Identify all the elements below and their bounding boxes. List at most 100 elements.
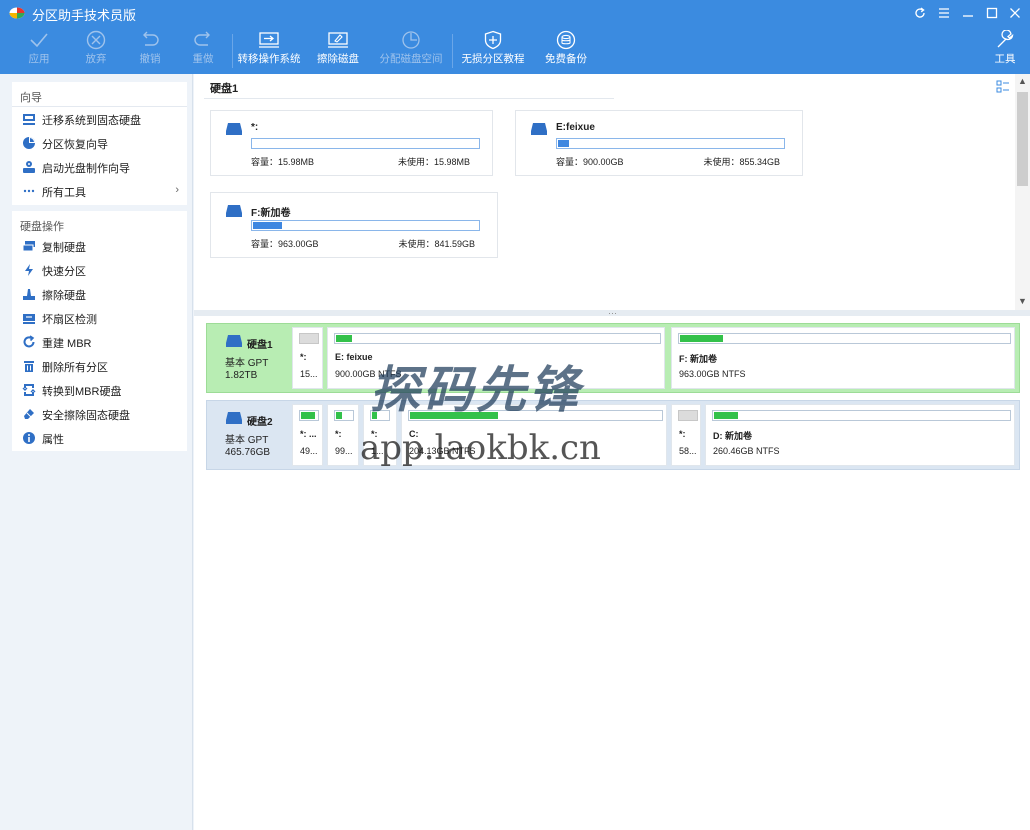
wipe-disk-button[interactable]: 擦除磁盘 xyxy=(314,28,362,74)
minimize-icon[interactable] xyxy=(959,4,977,22)
scroll-thumb[interactable] xyxy=(1017,92,1028,186)
apply-label: 应用 xyxy=(28,53,50,65)
sidebar-item-label: 擦除硬盘 xyxy=(42,290,86,302)
toolbar: 应用 放弃 撤销 重做 转移操作系统 擦除磁盘 分配磁盘空间 无损分区教程 免费… xyxy=(0,28,1030,74)
refresh-icon[interactable] xyxy=(911,4,929,22)
maximize-icon[interactable] xyxy=(983,4,1001,22)
disk-size: 465.76GB xyxy=(225,447,271,458)
menu-icon[interactable] xyxy=(935,4,953,22)
sidebar-item-all-tools[interactable]: 所有工具 › xyxy=(12,180,187,202)
sidebar-item-copy-disk[interactable]: 复制硬盘 xyxy=(12,235,187,257)
partition-card[interactable]: E:feixue 容量：900.00GB 未使用：855.34GB xyxy=(515,110,803,176)
disk-overview: 硬盘1 *: 容量：15.98MB 未使用：15.98MB E:feixue 容… xyxy=(194,74,1030,310)
check-icon xyxy=(30,33,48,48)
free-backup-button[interactable]: 免费备份 xyxy=(543,28,589,74)
partition-name: *: xyxy=(251,122,259,133)
partition-block[interactable]: *: 1... xyxy=(363,404,397,466)
toolbar-separator xyxy=(232,34,233,68)
sidebar-item-label: 分区恢复向导 xyxy=(42,139,108,151)
sidebar-item-label: 属性 xyxy=(42,434,64,446)
undo-button[interactable]: 撤销 xyxy=(132,28,168,74)
disk-info: 硬盘2 基本 GPT 465.76GB xyxy=(207,401,291,469)
lightning-icon xyxy=(25,264,33,276)
wipe-disk-label: 擦除磁盘 xyxy=(317,53,359,65)
partition-info: 1... xyxy=(371,446,384,456)
usage-fill xyxy=(714,412,738,419)
disk-row[interactable]: 硬盘2 基本 GPT 465.76GB *: ... 49... *: 99..… xyxy=(206,400,1020,470)
unused-text: 未使用：15.98MB xyxy=(397,157,470,167)
partition-card[interactable]: F:新加卷 容量：963.00GB 未使用：841.59GB xyxy=(210,192,498,258)
overview-scrollbar[interactable]: ▲ ▼ xyxy=(1015,74,1030,310)
usage-fill xyxy=(680,335,723,342)
partition-block[interactable]: C: 204.13GB NTFS xyxy=(401,404,667,466)
toolbar-separator xyxy=(452,34,453,68)
partition-name: *: ... xyxy=(300,429,317,439)
partition-block[interactable]: E: feixue 900.00GB NTFS xyxy=(327,327,665,389)
sidebar-item-bad-sector[interactable]: 坏扇区检测 xyxy=(12,307,187,329)
migrate-os-button[interactable]: 转移操作系统 xyxy=(237,28,301,74)
wipe-disk-icon xyxy=(328,32,348,48)
usage-bar xyxy=(334,410,354,421)
copy-disk-icon xyxy=(22,241,35,252)
divider xyxy=(204,98,614,99)
wizard-title: 向导 xyxy=(20,92,42,104)
more-icon xyxy=(23,189,35,193)
scroll-up-icon[interactable]: ▲ xyxy=(1018,76,1027,86)
partition-info: 900.00GB NTFS xyxy=(335,369,402,379)
partition-info: 99... xyxy=(335,446,353,456)
info-icon xyxy=(23,432,35,444)
partition-block[interactable]: *: 99... xyxy=(327,404,359,466)
tools-button[interactable]: 工具 xyxy=(991,28,1019,74)
partition-block[interactable]: *: ... 49... xyxy=(292,404,323,466)
sidebar-item-label: 坏扇区检测 xyxy=(42,314,97,326)
top-bar: 分区助手技术员版 应用 放弃 撤销 重做 转移操作系统 擦除磁盘 分配磁盘空间 … xyxy=(0,0,1030,74)
partition-name: F:新加卷 xyxy=(251,208,291,219)
lossless-tutorial-label: 无损分区教程 xyxy=(461,53,525,65)
sidebar-item-properties[interactable]: 属性 xyxy=(12,427,187,449)
boot-disc-icon xyxy=(23,161,35,173)
drive-icon xyxy=(226,123,242,135)
close-icon[interactable] xyxy=(1006,4,1024,22)
partition-info: 58... xyxy=(679,446,697,456)
allocate-space-button[interactable]: 分配磁盘空间 xyxy=(379,28,443,74)
sidebar-item-boot-disc[interactable]: 启动光盘制作向导 xyxy=(12,156,187,178)
migrate-os-label: 转移操作系统 xyxy=(237,53,301,65)
scroll-down-icon[interactable]: ▼ xyxy=(1018,296,1027,306)
redo-icon xyxy=(194,31,210,46)
usage-bar xyxy=(251,138,480,149)
drive-icon xyxy=(226,412,242,424)
bad-sector-icon xyxy=(23,314,35,324)
sidebar-item-migrate-ssd[interactable]: 迁移系统到固态硬盘 xyxy=(12,108,187,130)
sidebar-item-wipe-disk[interactable]: 擦除硬盘 xyxy=(12,283,187,305)
disk-name: 硬盘1 xyxy=(247,340,273,351)
partition-name: *: xyxy=(371,429,378,439)
partition-name: D: 新加卷 xyxy=(713,431,752,441)
sidebar-item-convert-mbr[interactable]: 转换到MBR硬盘 xyxy=(12,379,187,401)
apply-button[interactable]: 应用 xyxy=(22,28,56,74)
usage-fill xyxy=(372,412,377,419)
partition-card[interactable]: *: 容量：15.98MB 未使用：15.98MB xyxy=(210,110,493,176)
sidebar-item-partition-recovery[interactable]: 分区恢复向导 xyxy=(12,132,187,154)
partition-block[interactable]: *: 15... xyxy=(292,327,323,389)
sidebar-item-label: 快速分区 xyxy=(42,266,86,278)
sidebar: 向导 迁移系统到固态硬盘 分区恢复向导 启动光盘制作向导 所有工具 › 硬盘操作… xyxy=(0,74,193,830)
redo-button[interactable]: 重做 xyxy=(185,28,221,74)
partition-block[interactable]: F: 新加卷 963.00GB NTFS xyxy=(671,327,1015,389)
usage-fill xyxy=(336,335,352,342)
view-toggle-icon[interactable] xyxy=(996,80,1010,94)
partition-block[interactable]: D: 新加卷 260.46GB NTFS xyxy=(705,404,1015,466)
app-title: 分区助手技术员版 xyxy=(32,8,137,23)
sidebar-item-delete-all-partitions[interactable]: 删除所有分区 xyxy=(12,355,187,377)
sidebar-item-rebuild-mbr[interactable]: 重建 MBR xyxy=(12,331,187,353)
usage-bar xyxy=(299,333,319,344)
sidebar-item-quick-partition[interactable]: 快速分区 xyxy=(12,259,187,281)
partition-block[interactable]: *: 58... xyxy=(671,404,701,466)
sidebar-item-secure-erase-ssd[interactable]: 安全擦除固态硬盘 xyxy=(12,403,187,425)
disk-name: 硬盘2 xyxy=(247,417,273,428)
sidebar-item-label: 所有工具 xyxy=(42,187,86,199)
title-bar: 分区助手技术员版 xyxy=(0,0,1030,26)
lossless-tutorial-button[interactable]: 无损分区教程 xyxy=(460,28,526,74)
discard-button[interactable]: 放弃 xyxy=(78,28,114,74)
disk-row[interactable]: 硬盘1 基本 GPT 1.82TB *: 15... E: feixue 900… xyxy=(206,323,1020,393)
shield-plus-icon xyxy=(484,30,502,50)
